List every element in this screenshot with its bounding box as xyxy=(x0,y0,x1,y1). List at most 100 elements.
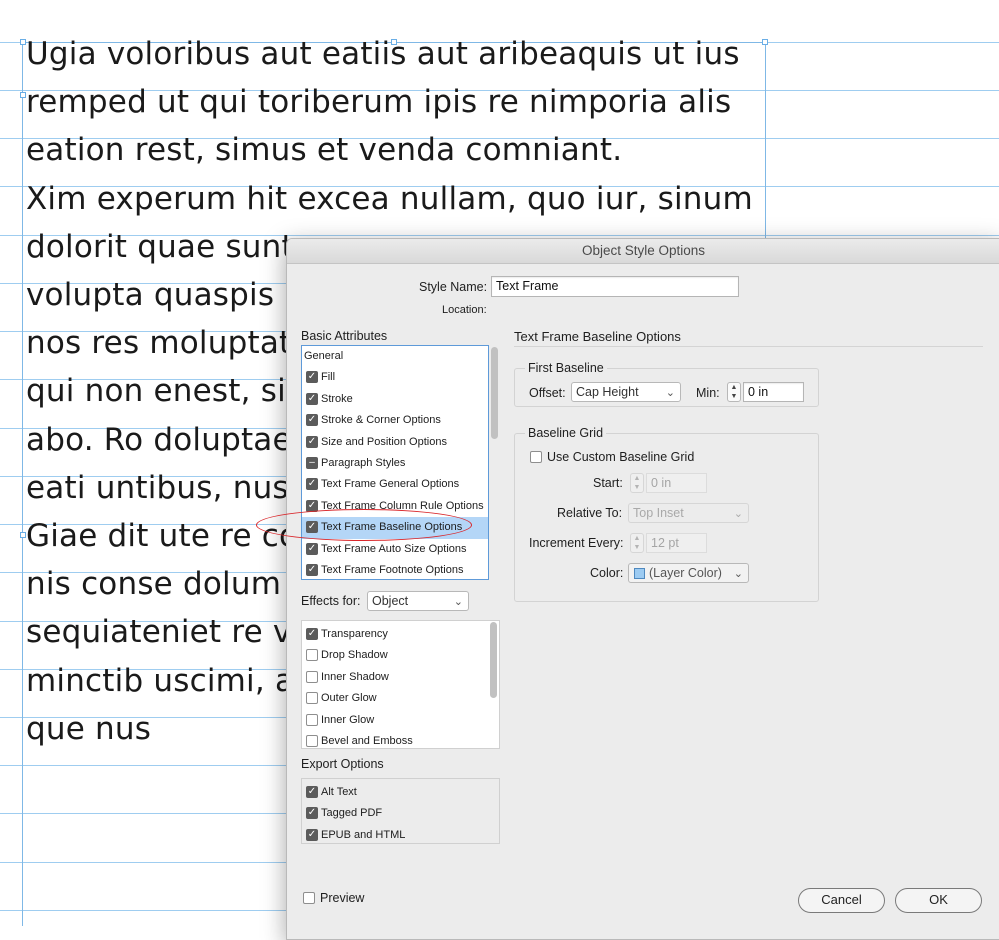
increment-field[interactable]: 12 pt xyxy=(646,533,707,553)
list-item[interactable]: – Paragraph Styles xyxy=(302,453,488,474)
list-item-label: Transparency xyxy=(321,628,388,640)
color-label: Color: xyxy=(590,566,624,580)
list-item[interactable]: ✓ Stroke & Corner Options xyxy=(302,410,488,431)
list-item-label: Inner Glow xyxy=(321,713,375,726)
start-stepper[interactable]: ▲ ▼ xyxy=(630,473,644,493)
color-value: (Layer Color) xyxy=(649,566,722,580)
list-item-label: General xyxy=(304,350,344,362)
story-line: eati untibus, nus xyxy=(26,469,289,506)
list-item-label: Stroke & Corner Options xyxy=(321,414,441,427)
offset-select[interactable]: Cap Height ⌄ xyxy=(571,382,681,402)
list-item[interactable]: Inner Glow xyxy=(302,710,499,731)
color-select[interactable]: (Layer Color) ⌄ xyxy=(628,563,749,583)
start-field[interactable]: 0 in xyxy=(646,473,707,493)
list-item[interactable]: ✓ Alt Text xyxy=(302,782,499,803)
min-stepper[interactable]: ▲ ▼ xyxy=(727,382,741,402)
chevron-down-icon: ⌄ xyxy=(733,508,743,520)
list-item-label: Alt Text xyxy=(321,786,357,798)
list-checkbox[interactable]: ✓ xyxy=(306,435,318,448)
min-field[interactable]: 0 in xyxy=(743,382,804,402)
list-item-label: Paragraph Styles xyxy=(321,457,406,469)
list-item[interactable]: General xyxy=(302,346,488,367)
list-item-label: Text Frame Footnote Options xyxy=(321,564,464,576)
list-checkbox[interactable] xyxy=(306,692,318,705)
offset-label: Offset: xyxy=(529,386,566,400)
highlight-ellipse xyxy=(256,509,472,541)
list-checkbox[interactable]: ✓ xyxy=(306,807,318,820)
story-line: Ugia voloribus aut eatiis aut aribeaquis… xyxy=(26,36,740,72)
increment-every-label: Increment Every: xyxy=(529,536,624,550)
effects-list[interactable]: ✓ Transparency Drop Shadow Inner Shadow Oute… xyxy=(301,620,500,749)
list-item-label: Text Frame General Options xyxy=(321,478,460,491)
chevron-down-icon: ⌄ xyxy=(733,568,743,580)
basic-attributes-scrollbar[interactable] xyxy=(491,347,498,439)
style-name-field[interactable]: Text Frame xyxy=(491,276,739,297)
effects-for-select[interactable]: Object ⌄ xyxy=(367,591,469,611)
list-item[interactable]: Inner Shadow xyxy=(302,667,499,688)
dialog-title: Object Style Options xyxy=(287,239,999,264)
panel-title-divider xyxy=(514,346,983,347)
use-custom-baseline-grid-checkbox[interactable] xyxy=(530,451,542,463)
story-line: remped ut qui toriberum ipis re nimporia… xyxy=(26,84,732,121)
list-checkbox[interactable]: – xyxy=(306,457,318,469)
relative-to-value: Top Inset xyxy=(633,506,684,520)
list-item-label: Drop Shadow xyxy=(321,649,388,662)
list-checkbox[interactable]: ✓ xyxy=(306,828,318,841)
ok-button[interactable]: OK xyxy=(895,888,982,913)
story-line: nos res moluptat xyxy=(26,325,292,362)
relative-to-select[interactable]: Top Inset ⌄ xyxy=(628,503,749,523)
offset-value: Cap Height xyxy=(576,385,639,399)
use-custom-baseline-grid-label: Use Custom Baseline Grid xyxy=(547,450,695,464)
effects-scrollbar[interactable] xyxy=(490,622,497,698)
list-checkbox[interactable]: ✓ xyxy=(306,542,318,555)
chevron-down-icon: ⌄ xyxy=(453,596,463,608)
story-line: volupta quaspis xyxy=(26,277,275,313)
list-checkbox[interactable]: ✓ xyxy=(306,392,318,405)
basic-attributes-list[interactable]: General ✓ Fill ✓ Stroke ✓ Stroke & Corner Opti… xyxy=(301,345,489,580)
story-line: dolorit quae sunt xyxy=(26,228,294,265)
list-item[interactable]: ✓ Text Frame Footnote Options xyxy=(302,560,488,579)
list-checkbox[interactable] xyxy=(306,713,318,726)
list-checkbox[interactable]: ✓ xyxy=(306,564,318,576)
list-item-label: Fill xyxy=(321,371,336,384)
frame-handle-top-right[interactable] xyxy=(762,39,768,45)
story-line: minctib uscimi, a xyxy=(26,662,295,699)
list-item-label: Outer Glow xyxy=(321,692,377,705)
story-line: Xim experum hit excea nullam, quo iur, s… xyxy=(26,180,753,217)
list-item[interactable]: ✓ Text Frame General Options xyxy=(302,474,488,495)
effects-for-value: Object xyxy=(372,594,409,608)
first-baseline-heading: First Baseline xyxy=(525,361,607,375)
effects-for-label: Effects for: xyxy=(301,594,361,608)
list-item[interactable]: ✓ Text Frame Auto Size Options xyxy=(302,539,488,560)
list-checkbox[interactable]: ✓ xyxy=(306,628,318,640)
list-checkbox[interactable] xyxy=(306,649,318,662)
list-item[interactable]: ✓ Tagged PDF xyxy=(302,803,499,824)
list-item[interactable]: ✓ Transparency xyxy=(302,624,499,645)
story-line: qui non enest, sit xyxy=(26,373,299,410)
list-checkbox[interactable] xyxy=(306,735,318,747)
relative-to-label: Relative To: xyxy=(557,506,623,520)
list-item[interactable]: ✓ Size and Position Options xyxy=(302,432,488,453)
list-checkbox[interactable]: ✓ xyxy=(306,371,318,384)
panel-title: Text Frame Baseline Options xyxy=(514,329,681,344)
list-checkbox[interactable]: ✓ xyxy=(306,478,318,491)
list-checkbox[interactable]: ✓ xyxy=(306,786,318,798)
export-options-heading: Export Options xyxy=(301,757,384,771)
list-item-label: Bevel and Emboss xyxy=(321,735,413,747)
export-options-list[interactable]: ✓ Alt Text ✓ Tagged PDF ✓ EPUB and HTML xyxy=(301,778,500,844)
list-checkbox[interactable] xyxy=(306,670,318,683)
start-label: Start: xyxy=(593,476,623,490)
chevron-down-icon: ⌄ xyxy=(665,387,675,399)
list-item-label: Size and Position Options xyxy=(321,435,447,448)
preview-checkbox[interactable] xyxy=(303,892,315,904)
list-item[interactable]: Drop Shadow xyxy=(302,645,499,666)
cancel-button[interactable]: Cancel xyxy=(798,888,885,913)
list-item[interactable]: Outer Glow xyxy=(302,688,499,709)
list-item[interactable]: ✓ Fill xyxy=(302,367,488,388)
list-checkbox[interactable]: ✓ xyxy=(306,414,318,427)
list-item[interactable]: ✓ EPUB and HTML xyxy=(302,825,499,843)
list-item[interactable]: Bevel and Emboss xyxy=(302,731,499,748)
list-item[interactable]: ✓ Stroke xyxy=(302,389,488,410)
increment-stepper[interactable]: ▲ ▼ xyxy=(630,533,644,553)
list-item-label: EPUB and HTML xyxy=(321,828,406,841)
